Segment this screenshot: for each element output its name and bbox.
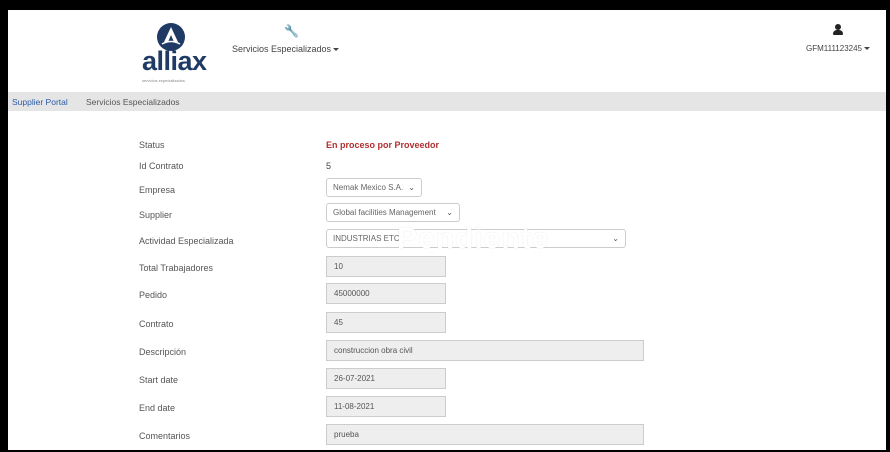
- total-trabajadores-row: Total Trabajadores 10: [8, 256, 886, 289]
- contrato-input[interactable]: 45: [326, 312, 446, 333]
- empresa-select[interactable]: Nemak Mexico S.A. ⌄: [326, 178, 422, 197]
- contrato-label: Contrato: [139, 319, 174, 329]
- status-label: Status: [139, 140, 165, 150]
- breadcrumb-servicios: Servicios Especializados: [86, 97, 180, 107]
- chevron-down-icon: ⌄: [612, 234, 619, 243]
- logo-wordmark: alliax: [142, 46, 207, 76]
- status-watermark: Pendiente: [397, 222, 550, 255]
- id-contrato-value: 5: [326, 161, 332, 171]
- user-menu-label: GFM111123245: [798, 44, 878, 53]
- start-date-label: Start date: [139, 375, 179, 385]
- chevron-down-icon: ⌄: [446, 208, 453, 217]
- app-window: alliax servicios especializados 🔧 Servic…: [8, 10, 886, 450]
- end-date-label: End date: [139, 403, 176, 413]
- caret-down-icon: [333, 48, 340, 52]
- start-date-row: Start date 26-07-2021: [8, 368, 886, 401]
- descripcion-row: Descripción construccion obra civil: [8, 340, 886, 373]
- supplier-label: Supplier: [139, 210, 173, 220]
- logo-tagline: servicios especializados: [142, 78, 185, 83]
- comentarios-label: Comentarios: [139, 431, 191, 441]
- descripcion-label: Descripción: [139, 347, 187, 357]
- user-icon: [833, 24, 843, 36]
- wrench-icon: 🔧: [284, 24, 299, 38]
- breadcrumb-supplier-portal[interactable]: Supplier Portal: [12, 97, 68, 107]
- breadcrumb: Supplier Portal Servicios Especializados: [8, 92, 886, 111]
- total-trabajadores-input[interactable]: 10: [326, 256, 446, 277]
- pedido-row: Pedido 45000000: [8, 283, 886, 316]
- top-header: alliax servicios especializados 🔧 Servic…: [8, 10, 886, 88]
- servicios-menu-label: Servicios Especializados: [232, 44, 340, 54]
- chevron-down-icon: ⌄: [408, 183, 415, 192]
- end-date-input[interactable]: 11-08-2021: [326, 396, 446, 417]
- empresa-label: Empresa: [139, 185, 176, 195]
- actividad-label: Actividad Especializada: [139, 236, 234, 246]
- id-contrato-row: Id Contrato 5: [8, 161, 886, 187]
- comentarios-input[interactable]: prueba: [326, 424, 644, 445]
- start-date-input[interactable]: 26-07-2021: [326, 368, 446, 389]
- id-contrato-label: Id Contrato: [139, 161, 184, 171]
- total-trabajadores-label: Total Trabajadores: [139, 263, 214, 273]
- caret-down-icon: [864, 47, 871, 51]
- supplier-select[interactable]: Global facilities Management ⌄: [326, 203, 460, 222]
- alliax-logo[interactable]: alliax servicios especializados: [142, 22, 208, 83]
- status-value: En proceso por Proveedor: [326, 140, 440, 150]
- descripcion-input[interactable]: construccion obra civil: [326, 340, 644, 361]
- pedido-input[interactable]: 45000000: [326, 283, 446, 304]
- pedido-label: Pedido: [139, 290, 168, 300]
- comentarios-row: Comentarios prueba: [8, 424, 886, 450]
- user-menu[interactable]: GFM111123245: [798, 24, 878, 53]
